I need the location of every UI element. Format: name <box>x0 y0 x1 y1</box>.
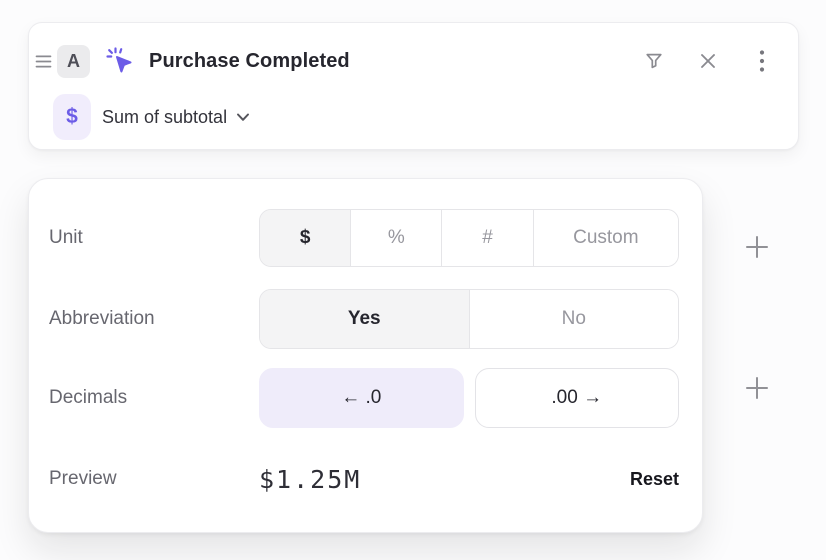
plus-icon <box>744 375 770 401</box>
chevron-down-glyph <box>234 108 252 126</box>
event-letter-badge: A <box>57 45 90 78</box>
unit-row: Unit $ % # Custom <box>49 209 679 267</box>
reset-button[interactable]: Reset <box>630 469 679 490</box>
decimals-row: Decimals ← .0 .00 → <box>49 368 679 428</box>
event-title: Purchase Completed <box>149 50 350 73</box>
decimals-increase-button[interactable]: .00 → <box>475 368 680 428</box>
filter-icon <box>643 50 665 72</box>
unit-label: Unit <box>49 227 259 249</box>
number-format-panel: Unit $ % # Custom Abbreviation Yes No De… <box>28 178 703 533</box>
kebab-menu-icon <box>759 49 765 73</box>
drag-handle-icon[interactable] <box>34 53 52 69</box>
abbreviation-row: Abbreviation Yes No <box>49 289 679 349</box>
event-title-row: A Purchase Completed <box>29 23 798 99</box>
plus-icon <box>744 234 770 260</box>
unit-segmented-control: $ % # Custom <box>259 209 679 267</box>
abbreviation-segmented-control: Yes No <box>259 289 679 349</box>
decimals-label: Decimals <box>49 387 259 409</box>
close-icon <box>697 50 719 72</box>
preview-label: Preview <box>49 468 259 490</box>
event-card: A Purchase Completed <box>28 22 799 150</box>
chevron-down-icon[interactable] <box>234 108 252 126</box>
preview-row: Preview $1.25M Reset <box>49 450 679 508</box>
unit-option-number[interactable]: # <box>441 210 532 266</box>
decimals-decrease-button[interactable]: ← .0 <box>259 368 464 428</box>
close-button[interactable] <box>694 47 722 75</box>
abbreviation-option-yes[interactable]: Yes <box>260 290 469 348</box>
add-metric-button[interactable] <box>741 231 773 263</box>
click-event-icon <box>105 46 135 76</box>
metric-label: Sum of subtotal <box>102 107 227 128</box>
add-row-button[interactable] <box>741 372 773 404</box>
unit-option-dollar[interactable]: $ <box>260 210 350 266</box>
stage: A Purchase Completed <box>0 0 826 560</box>
filter-button[interactable] <box>640 47 668 75</box>
drag-handle-lines <box>35 54 52 69</box>
currency-badge: $ <box>53 94 91 140</box>
preview-value: $1.25M <box>259 465 361 494</box>
decimals-button-group: ← .0 .00 → <box>259 368 679 428</box>
metric-row[interactable]: $ Sum of subtotal <box>29 93 798 141</box>
abbreviation-option-no[interactable]: No <box>469 290 679 348</box>
unit-option-percent[interactable]: % <box>350 210 441 266</box>
abbreviation-label: Abbreviation <box>49 308 259 330</box>
click-cursor-glyph <box>105 46 135 76</box>
more-options-button[interactable] <box>748 47 776 75</box>
unit-option-custom[interactable]: Custom <box>533 210 678 266</box>
